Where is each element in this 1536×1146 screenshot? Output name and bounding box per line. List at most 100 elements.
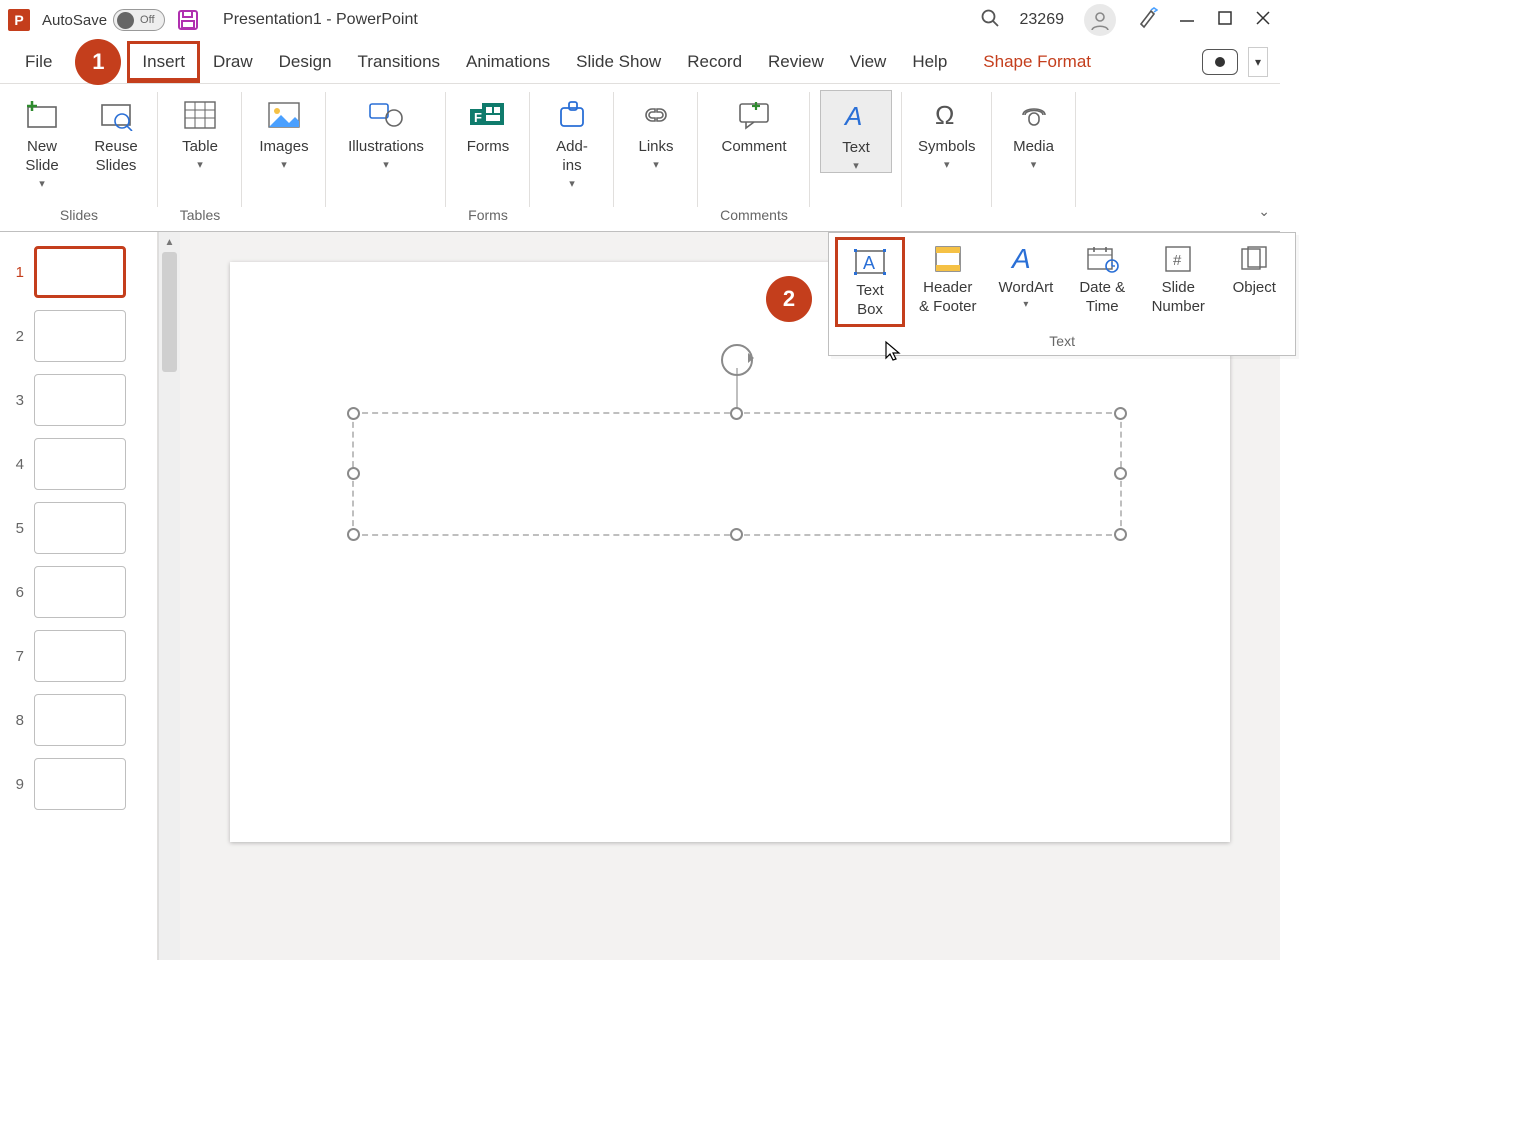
ribbon-collapse-icon[interactable]: ⌄ <box>1248 193 1280 231</box>
thumbnail-scrollbar[interactable]: ▲ <box>158 232 180 960</box>
slide-number-label: Slide Number <box>1152 279 1205 317</box>
tab-view[interactable]: View <box>837 43 900 81</box>
selected-text-box-placeholder[interactable] <box>352 412 1122 536</box>
reuse-slides-button[interactable]: Reuse Slides <box>84 90 148 176</box>
text-dropdown-button[interactable]: A Text <box>820 90 892 173</box>
resize-handle-mt[interactable] <box>730 407 743 420</box>
tab-animations[interactable]: Animations <box>453 43 563 81</box>
group-illustrations: Illustrations <box>326 84 446 231</box>
toggle-knob-icon <box>117 12 134 29</box>
date-time-button[interactable]: Date & Time <box>1067 237 1137 327</box>
tab-review[interactable]: Review <box>755 43 837 81</box>
save-icon[interactable] <box>177 9 199 31</box>
links-icon <box>638 94 674 136</box>
text-dropdown-popover: A Text Box Header & Footer A WordArt Dat… <box>828 232 1296 356</box>
group-symbols: Ω Symbols <box>902 84 992 231</box>
illustrations-icon <box>366 94 406 136</box>
media-button[interactable]: Media <box>1002 90 1066 171</box>
images-button[interactable]: Images <box>252 90 316 171</box>
links-label: Links <box>638 138 673 157</box>
table-button[interactable]: Table <box>168 90 232 171</box>
reuse-slides-label: Reuse Slides <box>94 138 137 176</box>
text-box-button[interactable]: A Text Box <box>835 237 905 327</box>
svg-text:#: # <box>1173 252 1182 269</box>
scrollbar-thumb[interactable] <box>162 252 177 372</box>
tab-transitions[interactable]: Transitions <box>345 43 454 81</box>
resize-handle-bl[interactable] <box>347 528 360 541</box>
comment-icon <box>736 94 772 136</box>
thumbnail-3[interactable]: 3 <box>0 368 157 432</box>
illustrations-button[interactable]: Illustrations <box>336 90 436 171</box>
scroll-up-icon[interactable]: ▲ <box>159 232 180 252</box>
text-label: Text <box>842 139 870 158</box>
maximize-window-icon[interactable] <box>1216 9 1234 32</box>
addins-button[interactable]: Add- ins <box>540 90 604 190</box>
group-images: Images <box>242 84 326 231</box>
addins-label: Add- ins <box>556 138 588 176</box>
tab-record[interactable]: Record <box>674 43 755 81</box>
svg-text:A: A <box>863 253 875 273</box>
object-button[interactable]: Object <box>1219 237 1289 327</box>
thumbnail-4[interactable]: 4 <box>0 432 157 496</box>
user-id-label: 23269 <box>1020 11 1065 29</box>
svg-text:A: A <box>1010 244 1031 274</box>
close-window-icon[interactable] <box>1254 9 1272 32</box>
thumbnail-8[interactable]: 8 <box>0 688 157 752</box>
header-footer-button[interactable]: Header & Footer <box>911 237 985 327</box>
text-popover-group-label: Text <box>835 327 1289 349</box>
document-title: Presentation1 - PowerPoint <box>223 11 418 29</box>
slide-number-button[interactable]: # Slide Number <box>1143 237 1213 327</box>
images-label: Images <box>259 138 308 157</box>
account-avatar-icon[interactable] <box>1084 4 1116 36</box>
mouse-cursor-icon <box>884 340 902 367</box>
wordart-button[interactable]: A WordArt <box>991 237 1062 327</box>
group-comments: Comment Comments <box>698 84 810 231</box>
resize-handle-ml[interactable] <box>347 467 360 480</box>
header-footer-label: Header & Footer <box>919 279 977 317</box>
symbols-button[interactable]: Ω Symbols <box>912 90 982 171</box>
resize-handle-tr[interactable] <box>1114 407 1127 420</box>
camera-indicator-icon[interactable] <box>1202 49 1238 75</box>
group-tables: Table Tables <box>158 84 242 231</box>
new-slide-button[interactable]: New Slide <box>10 90 74 190</box>
group-forms: F Forms Forms <box>446 84 530 231</box>
thumbnail-9[interactable]: 9 <box>0 752 157 816</box>
ribbon-overflow-icon[interactable]: ▾ <box>1248 47 1268 77</box>
thumbnail-2[interactable]: 2 <box>0 304 157 368</box>
resize-handle-br[interactable] <box>1114 528 1127 541</box>
comment-button[interactable]: Comment <box>708 90 800 157</box>
tab-slideshow[interactable]: Slide Show <box>563 43 674 81</box>
links-button[interactable]: Links <box>624 90 688 171</box>
tab-draw[interactable]: Draw <box>200 43 266 81</box>
tab-file[interactable]: File <box>12 43 65 81</box>
tab-insert[interactable]: Insert <box>127 41 200 83</box>
autosave-control[interactable]: AutoSave Off <box>42 9 165 31</box>
search-icon[interactable] <box>980 8 1000 33</box>
date-time-label: Date & Time <box>1079 279 1125 317</box>
thumbnail-1[interactable]: 1 <box>0 240 157 304</box>
table-icon <box>183 94 217 136</box>
powerpoint-app-icon: P <box>8 9 30 31</box>
autosave-toggle[interactable]: Off <box>113 9 165 31</box>
illustrations-label: Illustrations <box>348 138 424 157</box>
tab-help[interactable]: Help <box>899 43 960 81</box>
thumbnail-5[interactable]: 5 <box>0 496 157 560</box>
resize-handle-tl[interactable] <box>347 407 360 420</box>
tab-shape-format[interactable]: Shape Format <box>970 43 1104 81</box>
wordart-label: WordArt <box>999 279 1054 298</box>
ribbon-tabs: File 1 Insert Draw Design Transitions An… <box>0 40 1280 84</box>
rotation-handle-icon[interactable] <box>721 344 753 376</box>
thumbnail-7[interactable]: 7 <box>0 624 157 688</box>
minimize-window-icon[interactable] <box>1178 9 1196 32</box>
thumbnail-6[interactable]: 6 <box>0 560 157 624</box>
header-footer-icon <box>933 241 963 277</box>
slide-thumbnail-panel[interactable]: 1 2 3 4 5 6 7 8 9 <box>0 232 158 960</box>
forms-button[interactable]: F Forms <box>456 90 520 157</box>
callout-badge-1: 1 <box>75 39 121 85</box>
resize-handle-mr[interactable] <box>1114 467 1127 480</box>
resize-handle-mb[interactable] <box>730 528 743 541</box>
tab-design[interactable]: Design <box>266 43 345 81</box>
addins-icon <box>555 94 589 136</box>
dictate-pen-icon[interactable] <box>1136 7 1158 34</box>
group-slides: New Slide Reuse Slides Slides <box>0 84 158 231</box>
